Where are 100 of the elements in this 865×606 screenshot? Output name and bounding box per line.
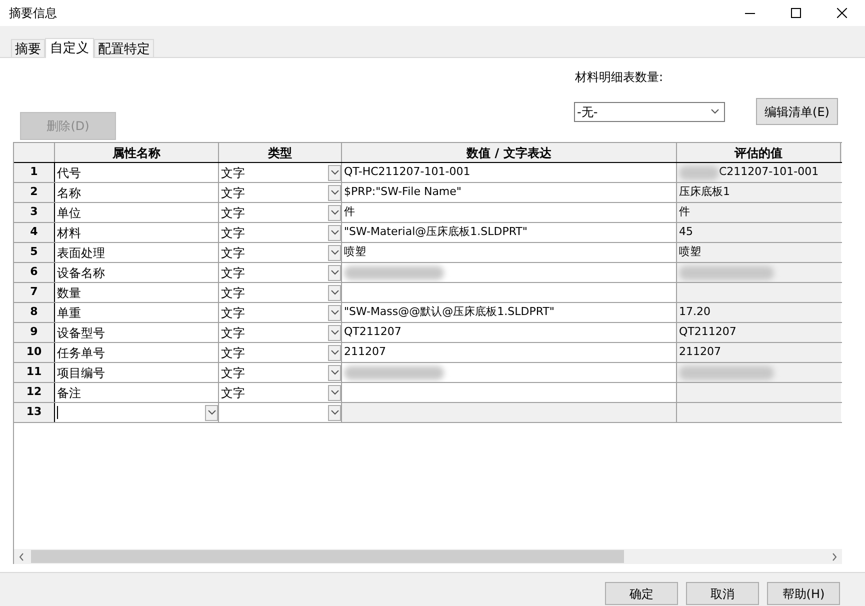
tab[interactable]: 摘要: [11, 39, 45, 57]
caret-icon: [330, 410, 338, 415]
caret-icon: [330, 370, 338, 375]
tab[interactable]: 配置特定: [94, 39, 154, 57]
table-cell-text: 文字: [221, 204, 245, 222]
cell-text: "SW-Mass@@默认@压床底板1.SLDPRT": [344, 304, 554, 320]
dropdown-button[interactable]: [328, 264, 341, 280]
table-cell-text: 文字: [221, 304, 245, 322]
row-number: 10: [14, 343, 55, 362]
caret-icon: [330, 230, 338, 235]
cell-text: 喷塑: [344, 244, 366, 260]
table-cell-text: 文字: [221, 264, 245, 282]
scroll-right-icon: [832, 552, 837, 560]
cell-text: 喷塑: [679, 244, 701, 260]
minimize-icon: [745, 12, 755, 14]
table-cell-text: 文字: [221, 384, 245, 402]
table-cell-text: 备注: [57, 384, 81, 402]
caret-icon: [330, 350, 338, 355]
caret-icon: [330, 250, 338, 255]
caret-icon: [330, 290, 338, 295]
row-number: 11: [14, 363, 55, 382]
column-header: 评估的值: [677, 143, 841, 162]
caret-icon: [330, 390, 338, 395]
dialog-button[interactable]: 确定: [605, 582, 678, 605]
close-icon: [837, 8, 847, 18]
table-cell-text: 设备型号: [57, 324, 105, 342]
dropdown-button[interactable]: [328, 344, 341, 360]
table-cell-text: 项目编号: [57, 364, 105, 382]
maximize-icon: [791, 8, 801, 18]
table-cell-text: 文字: [221, 244, 245, 262]
row-number: 13: [14, 403, 55, 422]
table-cell-text: 数量: [57, 284, 81, 302]
dropdown-button[interactable]: [328, 204, 341, 220]
bom-quantity-label: 材料明细表数量:: [575, 69, 664, 86]
cell-text: QT211207: [344, 324, 402, 340]
table-cell-text: 文字: [221, 324, 245, 342]
table-cell-text: 文字: [221, 164, 245, 182]
cell-text: QT-HC211207-101-001: [344, 164, 470, 180]
cell-text: 211207: [679, 344, 721, 360]
row-number: 9: [14, 323, 55, 342]
table-cell-text: 文字: [221, 364, 245, 382]
cell-text: $PRP:"SW-File Name": [344, 184, 462, 200]
column-header: 属性名称: [55, 143, 219, 162]
row-number: 12: [14, 383, 55, 402]
dropdown-button[interactable]: [205, 404, 218, 420]
table-cell-text: 代号: [57, 164, 81, 182]
row-number: 3: [14, 203, 55, 222]
cell-text: 45: [679, 224, 693, 240]
caret-icon: [330, 310, 338, 315]
row-number: 6: [14, 263, 55, 282]
caret-icon: [330, 170, 338, 175]
dropdown-button[interactable]: [328, 404, 341, 420]
dropdown-button[interactable]: [328, 304, 341, 320]
caret-icon: [330, 270, 338, 275]
table-cell-text: 文字: [221, 184, 245, 202]
row-number: 4: [14, 223, 55, 242]
cell-text: QT211207: [679, 324, 736, 340]
cell-text: "SW-Material@压床底板1.SLDPRT": [344, 224, 528, 240]
table-cell-text: 单位: [57, 204, 81, 222]
text-cursor: [57, 406, 58, 419]
row-number: 1: [14, 163, 55, 182]
tab[interactable]: 自定义: [45, 38, 94, 58]
caret-icon: [330, 190, 338, 195]
table-cell-text: 设备名称: [57, 264, 105, 282]
table-cell-text: 材料: [57, 224, 81, 242]
table-cell-text: 表面处理: [57, 244, 105, 262]
dropdown-button[interactable]: [328, 324, 341, 340]
dialog-button[interactable]: 帮助(H): [767, 582, 840, 605]
caret-icon: [711, 109, 719, 114]
cell-text: 件: [344, 204, 355, 220]
scrollbar-thumb[interactable]: [31, 550, 624, 563]
horizontal-scrollbar[interactable]: [14, 549, 842, 564]
column-header: 类型: [219, 143, 342, 162]
dropdown-button[interactable]: [328, 244, 341, 260]
scroll-left-icon: [19, 552, 24, 560]
table-cell-text: 文字: [221, 224, 245, 242]
table-cell-text: 任务单号: [57, 344, 105, 362]
edit-list-button[interactable]: 编辑清单(E): [756, 98, 838, 125]
dropdown-button[interactable]: [328, 224, 341, 240]
table-cell-text: 文字: [221, 344, 245, 362]
column-header: 数值 / 文字表达: [342, 143, 677, 162]
caret-icon: [330, 330, 338, 335]
row-number: 5: [14, 243, 55, 262]
table-cell-text: 单重: [57, 304, 81, 322]
row-number: 2: [14, 183, 55, 202]
blurred-patch: [679, 166, 719, 180]
dropdown-button[interactable]: [328, 364, 341, 380]
table-cell-text: 文字: [221, 284, 245, 302]
cell-text: 17.20: [679, 304, 710, 320]
dropdown-button[interactable]: [328, 284, 341, 300]
caret-icon: [208, 410, 216, 415]
cell-text: 件: [679, 204, 690, 220]
cell-text: 211207: [344, 344, 386, 360]
row-number: 8: [14, 303, 55, 322]
row-number: 7: [14, 283, 55, 302]
dialog-button[interactable]: 取消: [686, 582, 759, 605]
dropdown-button[interactable]: [328, 384, 341, 400]
dropdown-button[interactable]: [328, 184, 341, 200]
dropdown-button[interactable]: [328, 164, 341, 180]
bom-quantity-dropdown[interactable]: -无-: [574, 102, 725, 122]
